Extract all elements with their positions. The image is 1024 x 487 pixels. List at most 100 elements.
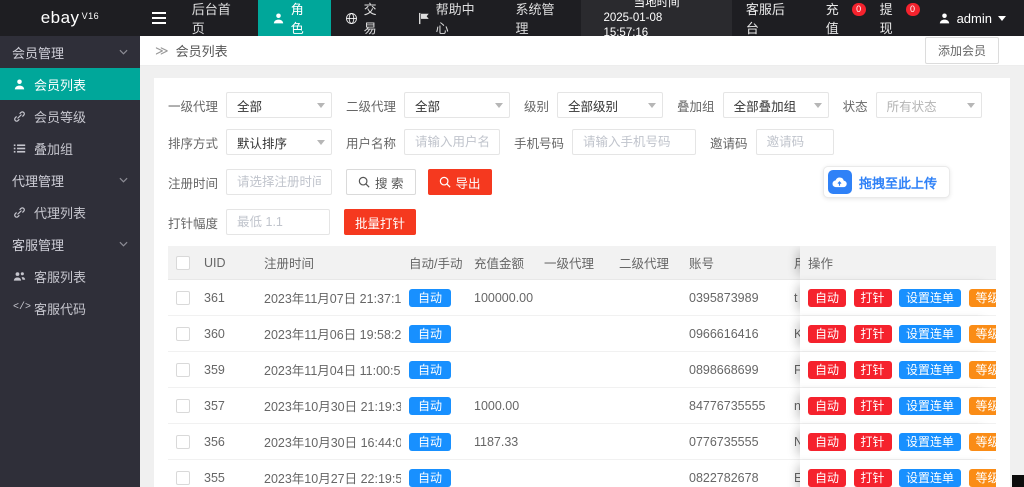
auto-button[interactable]: 自动 bbox=[808, 397, 846, 415]
sidebar-item-member-level[interactable]: 会员等级 bbox=[0, 100, 140, 132]
agent1-select[interactable]: 全部 bbox=[226, 92, 332, 118]
inject-button[interactable]: 打针 bbox=[854, 289, 892, 307]
level-button[interactable]: 等级 bbox=[969, 289, 997, 307]
set-chain-button[interactable]: 设置连单 bbox=[899, 433, 961, 451]
add-member-button[interactable]: 添加会员 bbox=[925, 37, 999, 64]
mode-auto-badge: 自动 bbox=[409, 397, 451, 415]
set-chain-button[interactable]: 设置连单 bbox=[899, 325, 961, 343]
auto-button[interactable]: 自动 bbox=[808, 325, 846, 343]
main-content: 一级代理 全部 二级代理 全部 级别 全部级别 bbox=[140, 66, 1024, 487]
user-menu[interactable]: admin bbox=[920, 0, 1024, 36]
select-all-checkbox[interactable] bbox=[176, 256, 190, 270]
header-account: 账号 bbox=[681, 246, 786, 280]
export-button[interactable]: 导出 bbox=[428, 169, 492, 195]
table-row: 357 2023年10月30日 21:19:36 自动 1000.00 8477… bbox=[168, 388, 996, 424]
nav-item-trade[interactable]: 交易 bbox=[331, 0, 404, 36]
nav-item-roles[interactable]: 角色 bbox=[258, 0, 331, 36]
row-checkbox[interactable] bbox=[176, 435, 190, 449]
level-button[interactable]: 等级 bbox=[969, 469, 997, 487]
cell-reg-time: 2023年10月30日 21:19:36 bbox=[256, 388, 401, 424]
scrollbar-corner[interactable] bbox=[1012, 475, 1024, 487]
set-chain-button[interactable]: 设置连单 bbox=[899, 469, 961, 487]
breadcrumb-current: 会员列表 bbox=[176, 41, 228, 60]
local-time-label: 当地时间 bbox=[634, 0, 680, 11]
row-checkbox[interactable] bbox=[176, 327, 190, 341]
level-button[interactable]: 等级 bbox=[969, 361, 997, 379]
cell-agent1 bbox=[536, 460, 611, 487]
filter-row-3: 注册时间 搜 索 导出 拖拽至此上传 bbox=[168, 166, 996, 198]
cell-recharge-amount bbox=[466, 352, 536, 388]
row-checkbox[interactable] bbox=[176, 363, 190, 377]
withdraw-link[interactable]: 提现 0 bbox=[866, 0, 920, 36]
set-chain-button[interactable]: 设置连单 bbox=[899, 361, 961, 379]
invite-code-input[interactable] bbox=[756, 129, 834, 155]
sidebar-toggle-button[interactable] bbox=[140, 0, 178, 36]
service-backend-link[interactable]: 客服后台 bbox=[732, 0, 812, 36]
row-checkbox[interactable] bbox=[176, 399, 190, 413]
row-checkbox[interactable] bbox=[176, 291, 190, 305]
level-select[interactable]: 全部级别 bbox=[557, 92, 663, 118]
cell-checkbox bbox=[168, 352, 196, 388]
sidebar-group-service-management[interactable]: 客服管理 bbox=[0, 228, 140, 260]
cell-account: 0776735555 bbox=[681, 424, 786, 460]
batch-inject-button[interactable]: 批量打针 bbox=[344, 209, 416, 235]
cell-operation: 自动 打针 设置连单 等级 ... bbox=[800, 460, 996, 487]
cell-checkbox bbox=[168, 388, 196, 424]
cell-mode: 自动 bbox=[401, 388, 466, 424]
filter-username: 用户名称 bbox=[346, 129, 500, 155]
nav-item-system[interactable]: 系统管理 bbox=[502, 0, 582, 36]
cell-agent1 bbox=[536, 424, 611, 460]
link-icon bbox=[13, 206, 26, 219]
cell-checkbox bbox=[168, 424, 196, 460]
breadcrumb: ≫ 会员列表 添加会员 bbox=[140, 36, 1024, 66]
auto-button[interactable]: 自动 bbox=[808, 361, 846, 379]
inject-button[interactable]: 打针 bbox=[854, 469, 892, 487]
upload-dropzone[interactable]: 拖拽至此上传 bbox=[823, 166, 950, 198]
auto-button[interactable]: 自动 bbox=[808, 469, 846, 487]
set-chain-button[interactable]: 设置连单 bbox=[899, 289, 961, 307]
sidebar-item-member-list[interactable]: 会员列表 bbox=[0, 68, 140, 100]
sort-select[interactable]: 默认排序 bbox=[226, 129, 332, 155]
inject-button[interactable]: 打针 bbox=[854, 325, 892, 343]
reg-time-input[interactable] bbox=[226, 169, 332, 195]
inject-button[interactable]: 打针 bbox=[854, 433, 892, 451]
inject-button[interactable]: 打针 bbox=[854, 361, 892, 379]
cell-account: 0898668699 bbox=[681, 352, 786, 388]
recharge-link[interactable]: 充值 0 bbox=[812, 0, 866, 36]
cell-operation: 自动 打针 设置连单 等级 ... bbox=[800, 352, 996, 388]
mode-auto-badge: 自动 bbox=[409, 361, 451, 379]
inject-range-input[interactable] bbox=[226, 209, 330, 235]
username-input[interactable] bbox=[404, 129, 500, 155]
breadcrumb-separator: ≫ bbox=[155, 43, 169, 59]
app-logo: ebayV16 bbox=[0, 0, 140, 36]
nav-item-help-center[interactable]: 帮助中心 bbox=[404, 0, 502, 36]
stack-group-select[interactable]: 全部叠加组 bbox=[723, 92, 829, 118]
sidebar-item-agent-list[interactable]: 代理列表 bbox=[0, 196, 140, 228]
level-button[interactable]: 等级 bbox=[969, 325, 997, 343]
cell-mode: 自动 bbox=[401, 316, 466, 352]
cell-agent2 bbox=[611, 424, 681, 460]
mode-auto-badge: 自动 bbox=[409, 433, 451, 451]
sidebar-item-stack-group[interactable]: 叠加组 bbox=[0, 132, 140, 164]
status-select[interactable]: 所有状态 bbox=[876, 92, 982, 118]
level-button[interactable]: 等级 bbox=[969, 433, 997, 451]
search-button[interactable]: 搜 索 bbox=[346, 169, 415, 195]
sidebar-group-member-management[interactable]: 会员管理 bbox=[0, 36, 140, 68]
filter-row-1: 一级代理 全部 二级代理 全部 级别 全部级别 bbox=[168, 92, 996, 118]
topbar: ebayV16 后台首页 角色 交易 帮助中心 系统管理 当地时间 2025-0… bbox=[0, 0, 1024, 36]
auto-button[interactable]: 自动 bbox=[808, 433, 846, 451]
sidebar-item-service-list[interactable]: 客服列表 bbox=[0, 260, 140, 292]
mode-auto-badge: 自动 bbox=[409, 289, 451, 307]
level-button[interactable]: 等级 bbox=[969, 397, 997, 415]
auto-button[interactable]: 自动 bbox=[808, 289, 846, 307]
cell-checkbox bbox=[168, 316, 196, 352]
phone-input[interactable] bbox=[572, 129, 696, 155]
sidebar-group-agent-management[interactable]: 代理管理 bbox=[0, 164, 140, 196]
row-checkbox[interactable] bbox=[176, 471, 190, 485]
nav-item-dashboard[interactable]: 后台首页 bbox=[178, 0, 258, 36]
set-chain-button[interactable]: 设置连单 bbox=[899, 397, 961, 415]
sidebar-item-service-code[interactable]: </> 客服代码 bbox=[0, 292, 140, 324]
inject-button[interactable]: 打针 bbox=[854, 397, 892, 415]
agent2-select[interactable]: 全部 bbox=[404, 92, 510, 118]
cell-agent1 bbox=[536, 316, 611, 352]
